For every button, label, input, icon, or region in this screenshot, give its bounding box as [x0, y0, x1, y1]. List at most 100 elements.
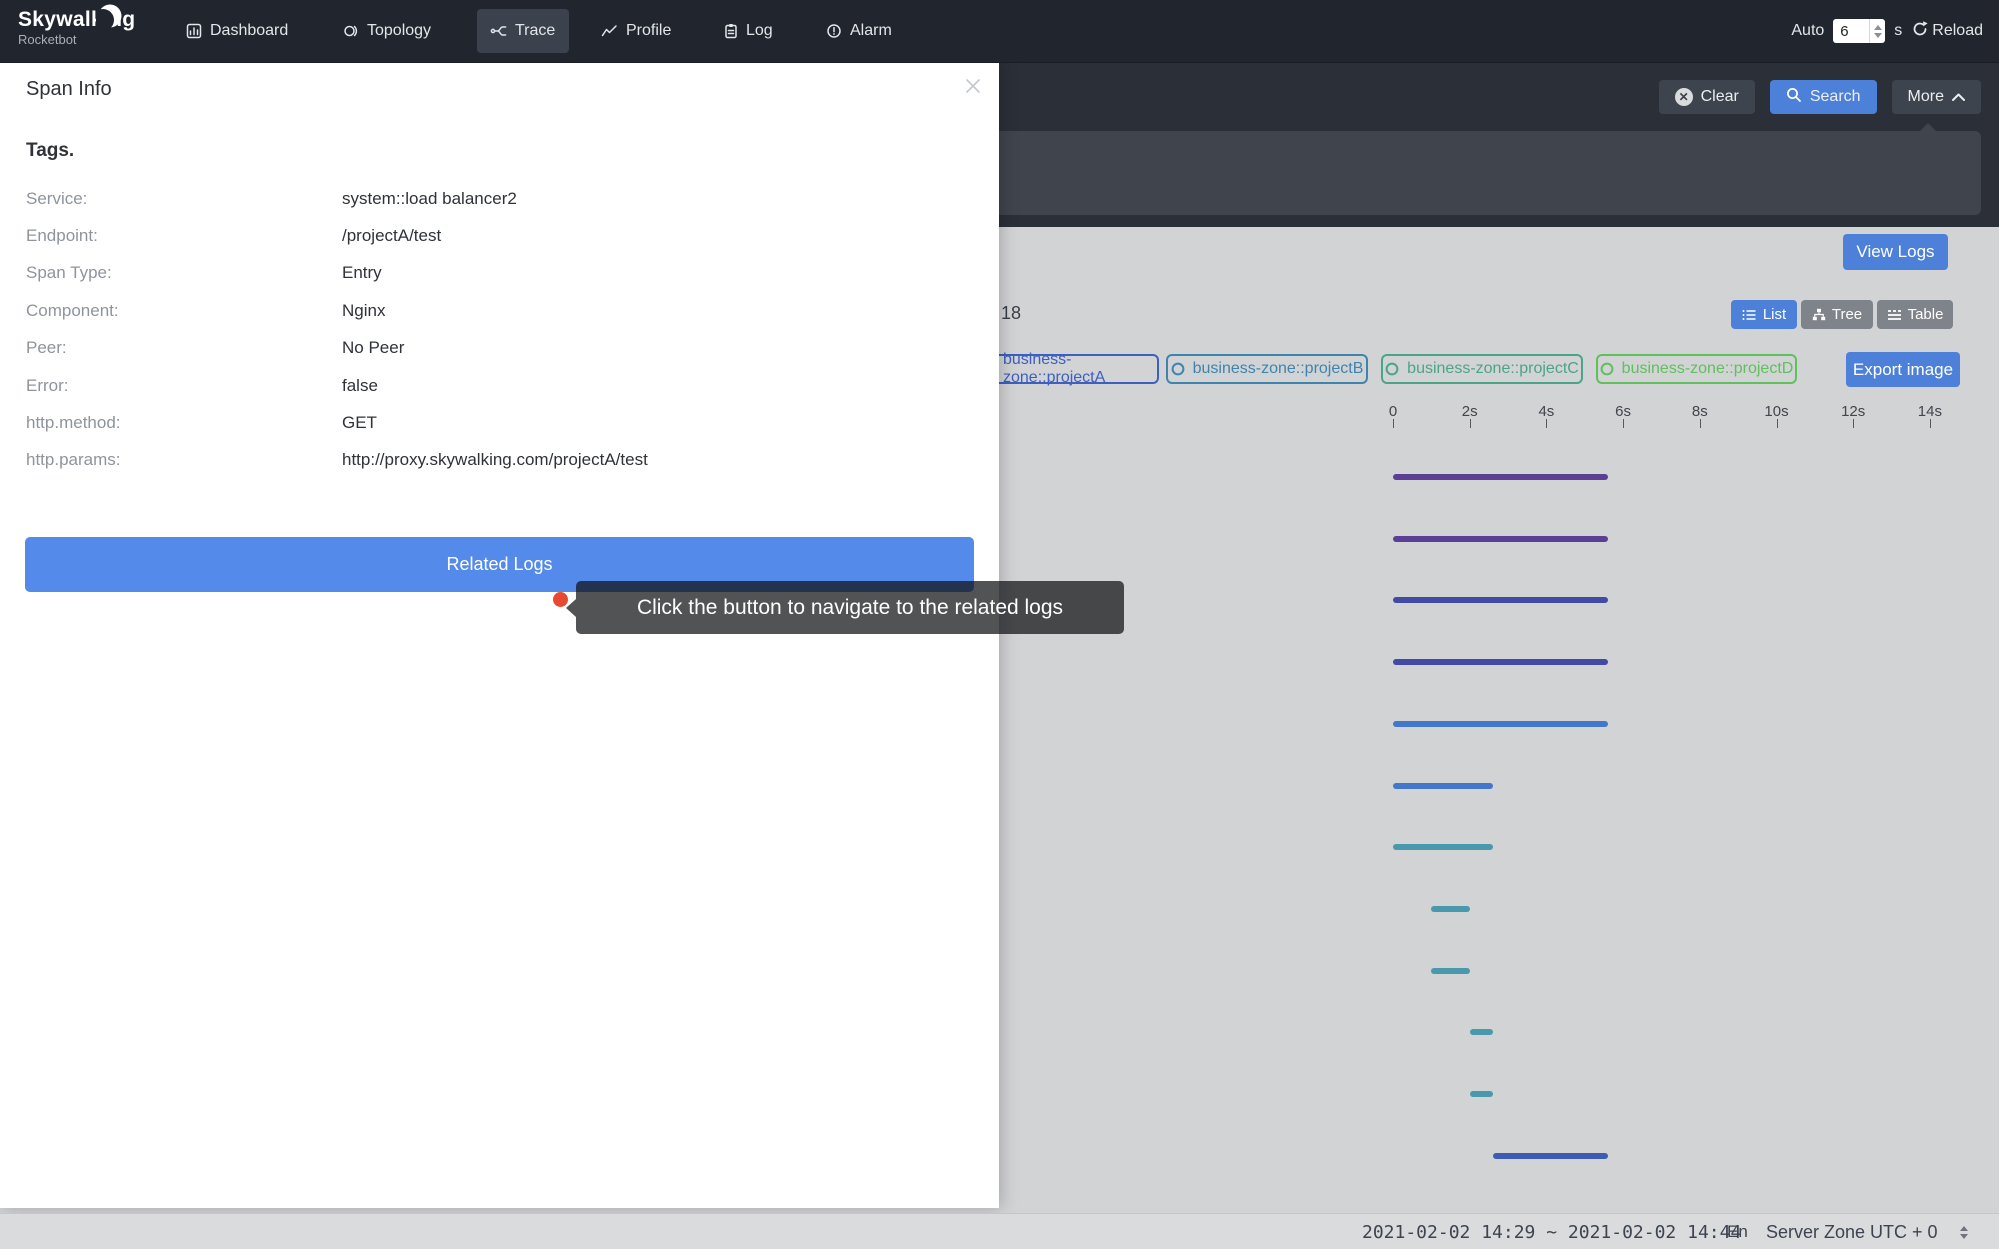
service-tag-projectb[interactable]: business-zone::projectB: [1166, 354, 1368, 384]
skywalking-trace-page: ✕ Clear Search More View Logs 18 ListTre…: [0, 0, 1999, 1249]
trace-icon: [490, 23, 507, 39]
trace-span-bar[interactable]: [1470, 1091, 1493, 1097]
clear-button[interactable]: ✕ Clear: [1659, 80, 1755, 114]
nav-item-label: Topology: [367, 22, 431, 40]
span-info-field-row: Span Type: Entry: [0, 255, 999, 292]
span-info-field-row: Component:Nginx: [0, 292, 999, 329]
trace-span-bar[interactable]: [1431, 968, 1469, 974]
trace-span-bar[interactable]: [1393, 659, 1608, 665]
axis-tick-label: 6s: [1615, 403, 1631, 420]
nav-item-alarm[interactable]: Alarm: [826, 0, 892, 62]
trace-span-bar[interactable]: [1393, 597, 1608, 603]
auto-interval-input[interactable]: 6: [1833, 19, 1885, 43]
axis-tick-label: 8s: [1692, 403, 1708, 420]
span-info-field-row: Endpoint: /projectA/test: [0, 217, 999, 254]
tree-icon: [1812, 308, 1826, 321]
nav-item-label: Profile: [626, 22, 671, 40]
axis-tick-label: 4s: [1538, 403, 1554, 420]
axis-tick-mark: [1930, 419, 1931, 428]
axis-tick-label: 10s: [1764, 403, 1788, 420]
field-label: Service:: [26, 189, 87, 209]
more-panel-notch: [1919, 123, 1937, 132]
auto-interval-stepper[interactable]: [1869, 19, 1885, 43]
field-label: Endpoint:: [26, 226, 98, 246]
trace-span-bar[interactable]: [1431, 906, 1469, 912]
axis-tick-mark: [1470, 419, 1471, 428]
trace-span-bar[interactable]: [1393, 844, 1493, 850]
close-icon[interactable]: [965, 78, 981, 94]
more-button[interactable]: More: [1892, 80, 1981, 114]
view-logs-button[interactable]: View Logs: [1843, 234, 1948, 270]
reload-label: Reload: [1932, 22, 1983, 40]
axis-tick-label: 2s: [1462, 403, 1478, 420]
stepper-down-icon[interactable]: [1874, 33, 1882, 38]
mode-button-table[interactable]: Table: [1877, 300, 1953, 329]
nav-item-log[interactable]: Log: [724, 0, 773, 62]
timezone-up-icon[interactable]: [1960, 1226, 1968, 1231]
mode-label: Table: [1908, 306, 1944, 323]
field-value: No Peer: [342, 338, 404, 358]
chevron-up-icon: [1952, 88, 1965, 106]
search-button[interactable]: Search: [1770, 80, 1877, 114]
export-image-button[interactable]: Export image: [1846, 352, 1960, 387]
nav-item-topology[interactable]: Topology: [343, 0, 431, 62]
span-info-field-row: Service: system::load balancer2: [0, 180, 999, 217]
field-label: Error:: [26, 376, 69, 396]
field-value: http://proxy.skywalking.com/projectA/tes…: [342, 450, 648, 470]
mode-button-list[interactable]: List: [1731, 300, 1797, 329]
service-tag-label: business-zone::projectC: [1407, 360, 1579, 378]
clear-circle-x-icon: ✕: [1675, 88, 1693, 106]
tags-section-heading: Tags.: [26, 140, 74, 162]
field-label: http.params:: [26, 450, 121, 470]
trace-span-bar[interactable]: [1393, 536, 1608, 542]
service-tag-projecta[interactable]: business-zone::projectA: [979, 354, 1159, 384]
ring-icon: [1171, 362, 1185, 376]
timezone-stepper[interactable]: [1960, 1214, 1968, 1249]
field-label: http.method:: [26, 413, 121, 433]
auto-interval-value: 6: [1833, 23, 1869, 40]
nav-item-dashboard[interactable]: Dashboard: [186, 0, 288, 62]
span-info-field-row: http.method:GET: [0, 404, 999, 441]
timezone-down-icon[interactable]: [1960, 1234, 1968, 1239]
list-icon: [1742, 309, 1757, 321]
service-tag-label: business-zone::projectB: [1193, 360, 1364, 378]
nav-item-label: Alarm: [850, 22, 892, 40]
log-icon: [724, 23, 738, 39]
axis-tick-label: 14s: [1918, 403, 1942, 420]
span-info-field-row: Peer:No Peer: [0, 330, 999, 367]
modal-title: Span Info: [26, 78, 112, 101]
service-tag-projectc[interactable]: business-zone::projectC: [1381, 354, 1583, 384]
axis-tick-mark: [1546, 419, 1547, 428]
nav-item-label: Trace: [515, 22, 555, 40]
service-tag-projectd[interactable]: business-zone::projectD: [1596, 354, 1797, 384]
axis-tick-mark: [1700, 419, 1701, 428]
axis-tick-label: 0: [1389, 403, 1397, 420]
field-label: Span Type:: [26, 263, 112, 283]
span-info-field-row: Error:false: [0, 367, 999, 404]
time-range-display[interactable]: 2021-02-02 14:29 ~ 2021-02-02 14:44: [1362, 1214, 1741, 1249]
axis-tick-mark: [1393, 419, 1394, 428]
field-value: Entry: [342, 263, 382, 283]
trace-span-bar[interactable]: [1393, 783, 1493, 789]
reload-button[interactable]: Reload: [1911, 20, 1983, 43]
topology-icon: [343, 23, 359, 39]
trace-span-bar[interactable]: [1393, 721, 1608, 727]
language-selector[interactable]: En: [1727, 1214, 1748, 1249]
axis-tick-label: 12s: [1841, 403, 1865, 420]
field-label: Component:: [26, 301, 119, 321]
more-button-label: More: [1908, 88, 1944, 106]
server-timezone-label: Server Zone UTC + 0: [1766, 1214, 1938, 1249]
nav-item-trace[interactable]: Trace: [490, 0, 555, 62]
field-value: system::load balancer2: [342, 189, 517, 209]
trace-span-bar[interactable]: [1470, 1029, 1493, 1035]
span-info-field-row: http.params: http://proxy.skywalking.com/…: [0, 442, 999, 479]
trace-span-bar[interactable]: [1393, 474, 1608, 480]
trace-span-bar[interactable]: [1493, 1153, 1608, 1159]
stepper-up-icon[interactable]: [1874, 25, 1882, 30]
nav-item-profile[interactable]: Profile: [601, 0, 671, 62]
skywalking-logo-crescent-icon: [96, 2, 124, 37]
mode-button-tree[interactable]: Tree: [1801, 300, 1873, 329]
table-icon: [1887, 309, 1902, 321]
field-value: /projectA/test: [342, 226, 441, 246]
axis-tick-mark: [1623, 419, 1624, 428]
